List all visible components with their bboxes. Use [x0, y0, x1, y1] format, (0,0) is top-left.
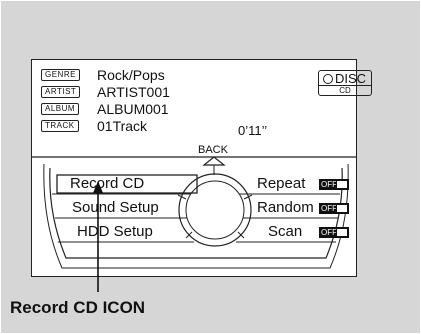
repeat-button[interactable]: Repeat [257, 176, 305, 192]
record-cd-callout: Record CD ICON [10, 298, 146, 317]
random-state-badge: OFF [319, 203, 349, 214]
scan-state: OFF [321, 228, 337, 237]
sound-setup-button[interactable]: Sound Setup [72, 200, 159, 216]
back-label: BACK [198, 144, 228, 156]
scan-icon [336, 228, 348, 237]
repeat-icon [336, 180, 348, 189]
control-panel-graphic [32, 156, 356, 292]
random-state: OFF [321, 204, 337, 213]
record-cd-button[interactable]: Record CD [70, 176, 144, 192]
scan-button[interactable]: Scan [268, 224, 302, 240]
hdd-setup-button[interactable]: HDD Setup [77, 224, 153, 240]
repeat-state: OFF [321, 180, 337, 189]
repeat-state-badge: OFF [319, 179, 349, 190]
random-icon [336, 204, 348, 213]
random-button[interactable]: Random [257, 200, 314, 216]
scan-state-badge: OFF [319, 227, 349, 238]
